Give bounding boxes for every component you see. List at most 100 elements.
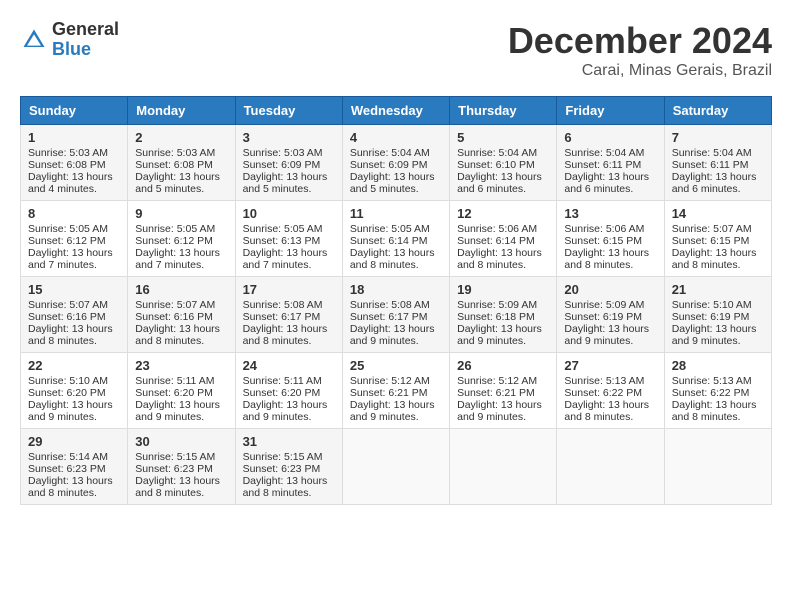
sunset-text: Sunset: 6:18 PM: [457, 311, 535, 323]
day-number: 2: [135, 130, 227, 145]
logo-icon: [20, 26, 48, 54]
sunset-text: Sunset: 6:16 PM: [135, 311, 213, 323]
sunrise-text: Sunrise: 5:06 AM: [457, 223, 537, 235]
daylight-text: Daylight: 13 hours and 8 minutes.: [135, 323, 220, 347]
sunrise-text: Sunrise: 5:08 AM: [350, 299, 430, 311]
day-number: 7: [672, 130, 764, 145]
day-number: 5: [457, 130, 549, 145]
day-number: 3: [243, 130, 335, 145]
daylight-text: Daylight: 13 hours and 7 minutes.: [28, 247, 113, 271]
calendar-table: SundayMondayTuesdayWednesdayThursdayFrid…: [20, 96, 772, 505]
daylight-text: Daylight: 13 hours and 8 minutes.: [28, 323, 113, 347]
calendar-cell: 26Sunrise: 5:12 AMSunset: 6:21 PMDayligh…: [450, 353, 557, 429]
sunrise-text: Sunrise: 5:04 AM: [350, 147, 430, 159]
header-cell-thursday: Thursday: [450, 97, 557, 125]
sunset-text: Sunset: 6:22 PM: [672, 387, 750, 399]
daylight-text: Daylight: 13 hours and 6 minutes.: [457, 171, 542, 195]
sunrise-text: Sunrise: 5:07 AM: [28, 299, 108, 311]
daylight-text: Daylight: 13 hours and 7 minutes.: [135, 247, 220, 271]
daylight-text: Daylight: 13 hours and 6 minutes.: [672, 171, 757, 195]
calendar-cell: 1Sunrise: 5:03 AMSunset: 6:08 PMDaylight…: [21, 125, 128, 201]
calendar-cell: 15Sunrise: 5:07 AMSunset: 6:16 PMDayligh…: [21, 277, 128, 353]
calendar-cell: 5Sunrise: 5:04 AMSunset: 6:10 PMDaylight…: [450, 125, 557, 201]
daylight-text: Daylight: 13 hours and 9 minutes.: [672, 323, 757, 347]
day-number: 10: [243, 206, 335, 221]
day-number: 26: [457, 358, 549, 373]
calendar-cell: 20Sunrise: 5:09 AMSunset: 6:19 PMDayligh…: [557, 277, 664, 353]
daylight-text: Daylight: 13 hours and 4 minutes.: [28, 171, 113, 195]
sunset-text: Sunset: 6:20 PM: [243, 387, 321, 399]
day-number: 29: [28, 434, 120, 449]
sunset-text: Sunset: 6:08 PM: [28, 159, 106, 171]
calendar-cell: [664, 429, 771, 505]
daylight-text: Daylight: 13 hours and 9 minutes.: [135, 399, 220, 423]
day-number: 17: [243, 282, 335, 297]
calendar-week-2: 8Sunrise: 5:05 AMSunset: 6:12 PMDaylight…: [21, 201, 772, 277]
header-cell-saturday: Saturday: [664, 97, 771, 125]
header-cell-sunday: Sunday: [21, 97, 128, 125]
day-number: 8: [28, 206, 120, 221]
sunrise-text: Sunrise: 5:09 AM: [564, 299, 644, 311]
sunrise-text: Sunrise: 5:12 AM: [457, 375, 537, 387]
day-number: 9: [135, 206, 227, 221]
calendar-header: SundayMondayTuesdayWednesdayThursdayFrid…: [21, 97, 772, 125]
sunset-text: Sunset: 6:09 PM: [350, 159, 428, 171]
sunrise-text: Sunrise: 5:03 AM: [135, 147, 215, 159]
header-cell-monday: Monday: [128, 97, 235, 125]
location-title: Carai, Minas Gerais, Brazil: [508, 62, 772, 80]
calendar-cell: 19Sunrise: 5:09 AMSunset: 6:18 PMDayligh…: [450, 277, 557, 353]
sunrise-text: Sunrise: 5:07 AM: [672, 223, 752, 235]
sunrise-text: Sunrise: 5:10 AM: [28, 375, 108, 387]
calendar-cell: 18Sunrise: 5:08 AMSunset: 6:17 PMDayligh…: [342, 277, 449, 353]
sunset-text: Sunset: 6:08 PM: [135, 159, 213, 171]
sunrise-text: Sunrise: 5:05 AM: [28, 223, 108, 235]
calendar-cell: 2 Sunrise: 5:03 AMSunset: 6:08 PMDaylight…: [128, 125, 235, 201]
sunset-text: Sunset: 6:15 PM: [564, 235, 642, 247]
day-number: 16: [135, 282, 227, 297]
sunrise-text: Sunrise: 5:10 AM: [672, 299, 752, 311]
daylight-text: Daylight: 13 hours and 6 minutes.: [564, 171, 649, 195]
day-number: 23: [135, 358, 227, 373]
header-row: SundayMondayTuesdayWednesdayThursdayFrid…: [21, 97, 772, 125]
sunset-text: Sunset: 6:13 PM: [243, 235, 321, 247]
sunrise-text: Sunrise: 5:12 AM: [350, 375, 430, 387]
sunset-text: Sunset: 6:21 PM: [457, 387, 535, 399]
header-cell-friday: Friday: [557, 97, 664, 125]
calendar-cell: 9Sunrise: 5:05 AMSunset: 6:12 PMDaylight…: [128, 201, 235, 277]
calendar-cell: 13Sunrise: 5:06 AMSunset: 6:15 PMDayligh…: [557, 201, 664, 277]
logo-text: General Blue: [52, 20, 119, 60]
calendar-cell: 17Sunrise: 5:08 AMSunset: 6:17 PMDayligh…: [235, 277, 342, 353]
calendar-cell: 7Sunrise: 5:04 AMSunset: 6:11 PMDaylight…: [664, 125, 771, 201]
daylight-text: Daylight: 13 hours and 8 minutes.: [564, 399, 649, 423]
calendar-cell: 8Sunrise: 5:05 AMSunset: 6:12 PMDaylight…: [21, 201, 128, 277]
day-number: 31: [243, 434, 335, 449]
sunrise-text: Sunrise: 5:09 AM: [457, 299, 537, 311]
daylight-text: Daylight: 13 hours and 9 minutes.: [28, 399, 113, 423]
sunset-text: Sunset: 6:09 PM: [243, 159, 321, 171]
daylight-text: Daylight: 13 hours and 8 minutes.: [457, 247, 542, 271]
sunset-text: Sunset: 6:12 PM: [135, 235, 213, 247]
daylight-text: Daylight: 13 hours and 9 minutes.: [243, 399, 328, 423]
day-number: 22: [28, 358, 120, 373]
day-number: 13: [564, 206, 656, 221]
logo-blue: Blue: [52, 40, 119, 60]
daylight-text: Daylight: 13 hours and 8 minutes.: [672, 399, 757, 423]
sunrise-text: Sunrise: 5:11 AM: [135, 375, 214, 387]
month-title: December 2024: [508, 20, 772, 62]
calendar-cell: 29Sunrise: 5:14 AMSunset: 6:23 PMDayligh…: [21, 429, 128, 505]
calendar-cell: 11Sunrise: 5:05 AMSunset: 6:14 PMDayligh…: [342, 201, 449, 277]
sunset-text: Sunset: 6:20 PM: [135, 387, 213, 399]
title-block: December 2024 Carai, Minas Gerais, Brazi…: [508, 20, 772, 80]
sunrise-text: Sunrise: 5:05 AM: [350, 223, 430, 235]
sunset-text: Sunset: 6:19 PM: [672, 311, 750, 323]
daylight-text: Daylight: 13 hours and 8 minutes.: [28, 475, 113, 499]
sunrise-text: Sunrise: 5:15 AM: [135, 451, 215, 463]
day-number: 24: [243, 358, 335, 373]
calendar-cell: 24Sunrise: 5:11 AMSunset: 6:20 PMDayligh…: [235, 353, 342, 429]
daylight-text: Daylight: 13 hours and 5 minutes.: [135, 171, 220, 195]
sunset-text: Sunset: 6:23 PM: [28, 463, 106, 475]
calendar-week-3: 15Sunrise: 5:07 AMSunset: 6:16 PMDayligh…: [21, 277, 772, 353]
calendar-cell: 28Sunrise: 5:13 AMSunset: 6:22 PMDayligh…: [664, 353, 771, 429]
daylight-text: Daylight: 13 hours and 8 minutes.: [564, 247, 649, 271]
daylight-text: Daylight: 13 hours and 9 minutes.: [564, 323, 649, 347]
